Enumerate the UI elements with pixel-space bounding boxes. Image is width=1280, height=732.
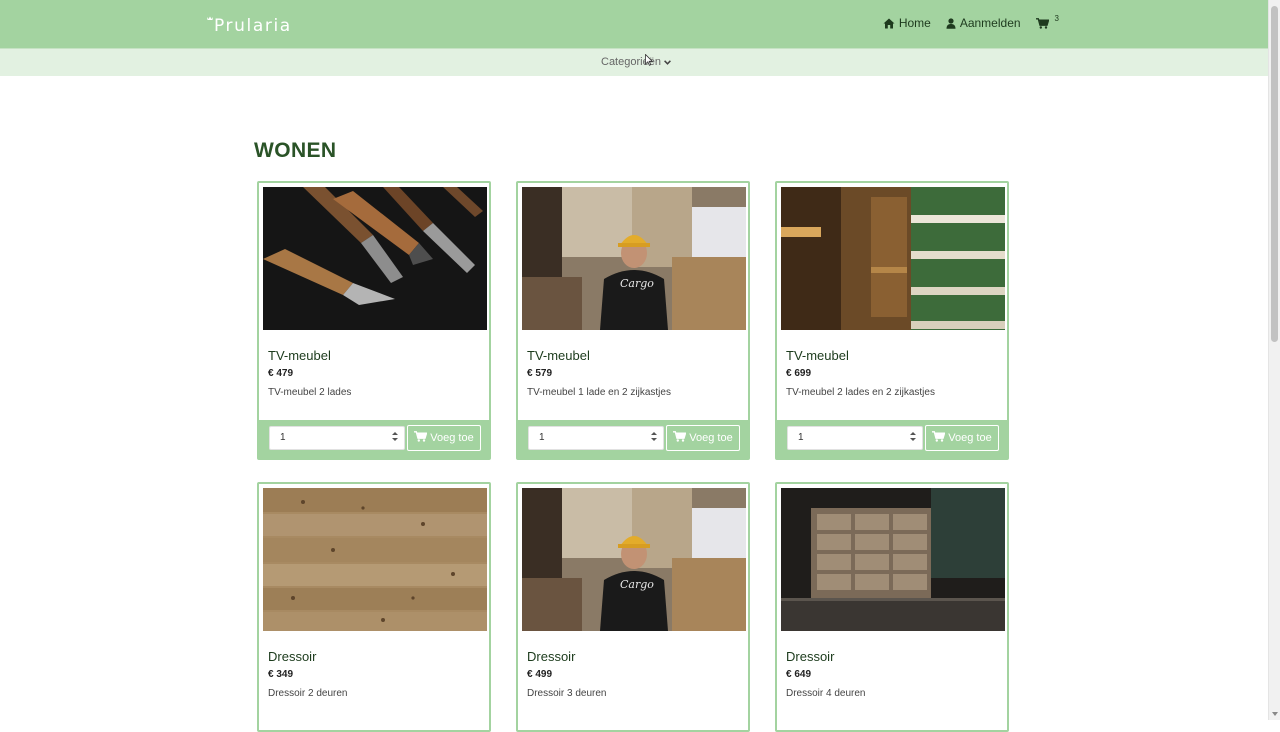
nav-login[interactable]: Aanmelden — [946, 16, 1021, 30]
scrollbar-thumb[interactable] — [1271, 6, 1278, 342]
product-description: Dressoir 4 deuren — [786, 688, 866, 699]
category-bar: Categorieën — [0, 48, 1269, 76]
quantity-stepper[interactable] — [392, 432, 398, 444]
vertical-scrollbar[interactable] — [1268, 0, 1280, 720]
svg-text:Cargo: Cargo — [620, 578, 654, 591]
cart-plus-icon — [673, 431, 687, 445]
product-image[interactable] — [263, 488, 487, 631]
product-description: TV-meubel 1 lade en 2 zijkastjes — [527, 387, 671, 398]
product-card-footer: 1 Voeg toe — [777, 420, 1007, 458]
nav-home[interactable]: Home — [883, 16, 931, 30]
nav-home-label: Home — [898, 16, 931, 30]
drawer-cabinet-photo — [781, 488, 1005, 631]
product-price: € 649 — [786, 669, 812, 680]
product-card: Cargo TV-meubel € 579 TV-meubel 1 lade e… — [516, 181, 750, 460]
add-to-cart-button[interactable]: Voeg toe — [407, 425, 481, 451]
logo[interactable]: Prularia — [206, 11, 292, 37]
navbar: Prularia Home Aanmelden 3 — [0, 0, 1269, 48]
nav-links: Home Aanmelden 3 — [883, 14, 1059, 30]
product-image[interactable] — [263, 187, 487, 330]
product-card-footer: 1 Voeg toe — [518, 420, 748, 458]
quantity-stepper[interactable] — [651, 432, 657, 444]
product-image[interactable]: Cargo — [522, 187, 746, 330]
quantity-value: 1 — [798, 432, 804, 443]
product-card: Dressoir € 349 Dressoir 2 deuren — [257, 482, 491, 732]
product-name[interactable]: Dressoir — [786, 649, 834, 664]
quantity-value: 1 — [280, 432, 286, 443]
quantity-input[interactable]: 1 — [528, 426, 664, 450]
add-to-cart-label: Voeg toe — [689, 432, 733, 444]
product-price: € 499 — [527, 669, 553, 680]
product-description: Dressoir 2 deuren — [268, 688, 348, 699]
cart-plus-icon — [414, 431, 428, 445]
product-price: € 479 — [268, 368, 294, 379]
add-to-cart-button[interactable]: Voeg toe — [666, 425, 740, 451]
quantity-value: 1 — [539, 432, 545, 443]
product-image[interactable] — [781, 488, 1005, 631]
quantity-input[interactable]: 1 — [787, 426, 923, 450]
nav-login-label: Aanmelden — [959, 16, 1021, 30]
product-image[interactable] — [781, 187, 1005, 330]
crown-icon — [206, 15, 214, 37]
svg-text:Cargo: Cargo — [620, 277, 654, 290]
chevron-down-icon — [663, 56, 671, 68]
product-name[interactable]: Dressoir — [527, 649, 575, 664]
product-card-footer: 1 Voeg toe — [259, 420, 489, 458]
logo-text: Prularia — [214, 16, 292, 36]
product-price: € 699 — [786, 368, 812, 379]
add-to-cart-button[interactable]: Voeg toe — [925, 425, 999, 451]
quantity-stepper[interactable] — [910, 432, 916, 444]
product-description: TV-meubel 2 lades — [268, 387, 352, 398]
product-image[interactable]: Cargo — [522, 488, 746, 631]
product-price: € 349 — [268, 669, 294, 680]
categories-dropdown[interactable]: Categorieën — [601, 56, 671, 68]
workshop-man-photo: Cargo — [522, 488, 746, 631]
cart-plus-icon — [932, 431, 946, 445]
add-to-cart-label: Voeg toe — [430, 432, 474, 444]
product-description: Dressoir 3 deuren — [527, 688, 607, 699]
wood-planks-photo — [263, 488, 487, 631]
wooden-cabinet-photo — [781, 187, 1005, 330]
user-icon — [946, 17, 956, 29]
mouse-cursor-icon — [645, 53, 654, 71]
product-card: Cargo Dressoir € 499 Dressoir 3 deuren — [516, 482, 750, 732]
workshop-man-photo: Cargo — [522, 187, 746, 330]
product-card: TV-meubel € 479 TV-meubel 2 lades 1 Voeg… — [257, 181, 491, 460]
product-name[interactable]: TV-meubel — [268, 348, 331, 363]
product-card: TV-meubel € 699 TV-meubel 2 lades en 2 z… — [775, 181, 1009, 460]
quantity-input[interactable]: 1 — [269, 426, 405, 450]
product-name[interactable]: TV-meubel — [786, 348, 849, 363]
product-name[interactable]: Dressoir — [268, 649, 316, 664]
chisels-photo — [263, 187, 487, 330]
cart-count-badge: 3 — [1054, 13, 1059, 23]
page-title: WONEN — [254, 139, 337, 162]
product-name[interactable]: TV-meubel — [527, 348, 590, 363]
product-description: TV-meubel 2 lades en 2 zijkastjes — [786, 387, 935, 398]
scroll-down-icon[interactable] — [1272, 712, 1278, 716]
nav-cart[interactable]: 3 — [1035, 14, 1059, 29]
add-to-cart-label: Voeg toe — [948, 432, 992, 444]
home-icon — [883, 18, 895, 29]
product-price: € 579 — [527, 368, 553, 379]
cart-icon — [1035, 17, 1049, 29]
product-card: Dressoir € 649 Dressoir 4 deuren — [775, 482, 1009, 732]
